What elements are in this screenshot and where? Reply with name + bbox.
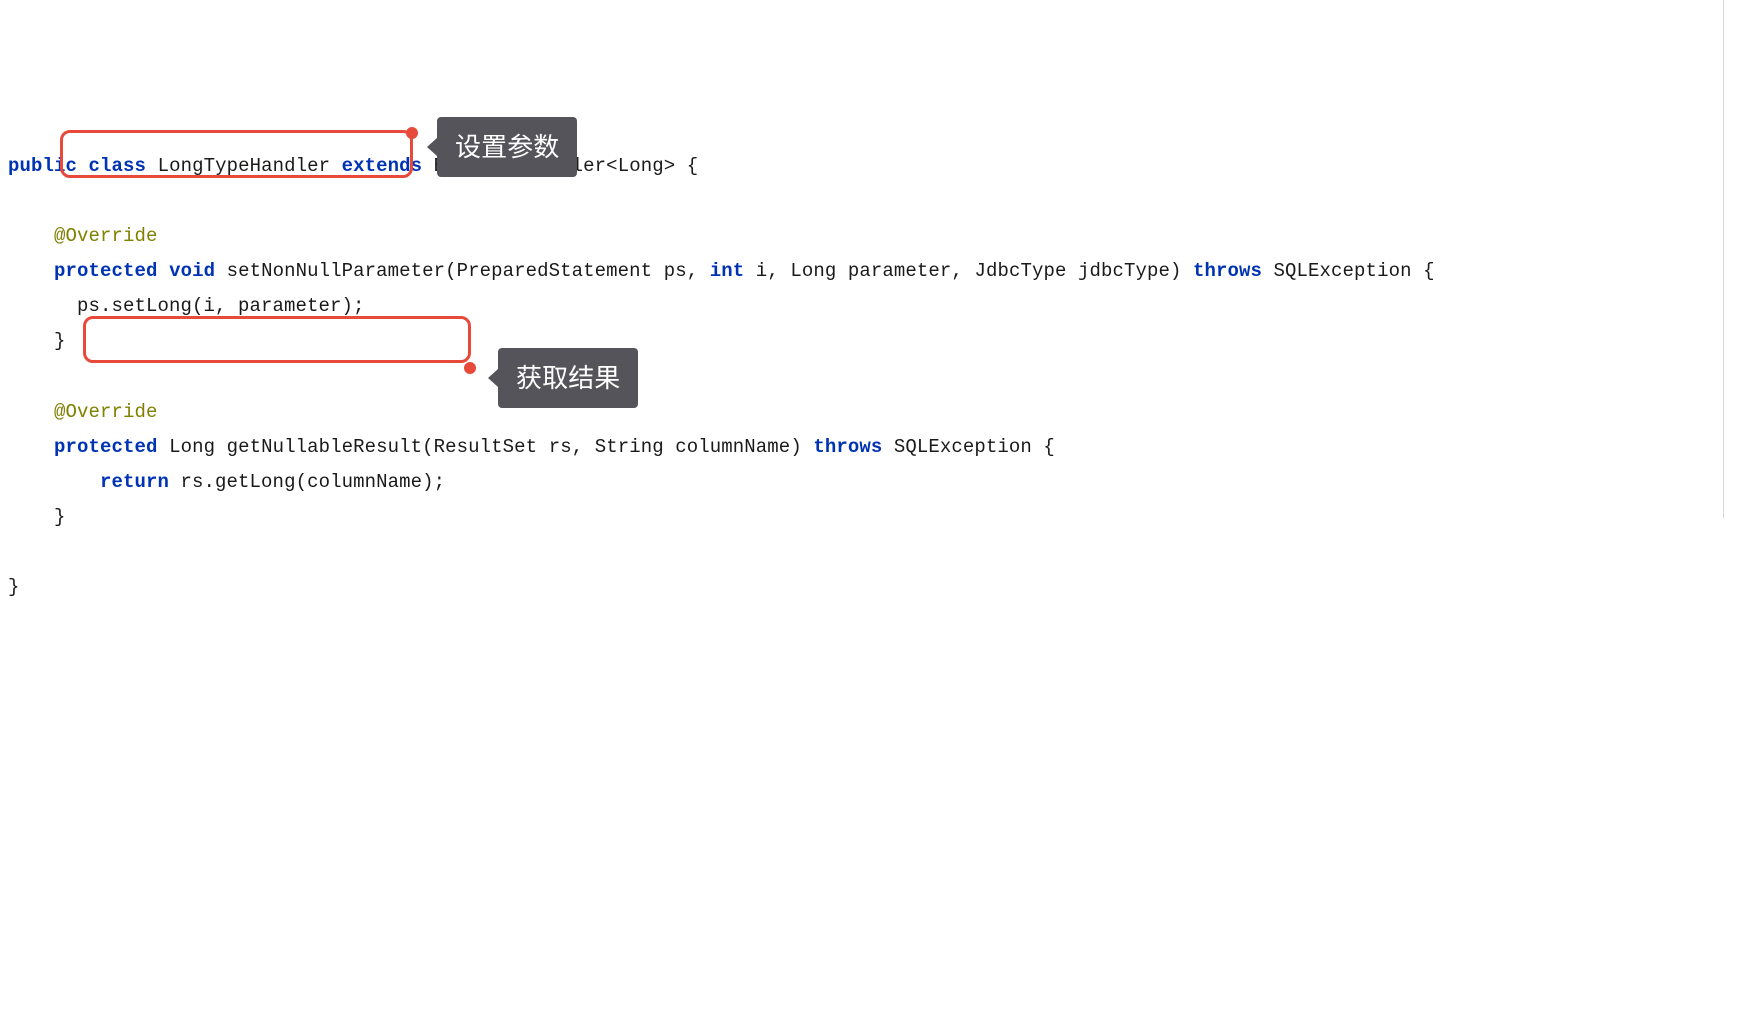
kw-void: void xyxy=(169,260,215,282)
comma-3: , xyxy=(951,260,963,282)
comma-1: , xyxy=(687,260,699,282)
kw-throws-1: throws xyxy=(1193,260,1262,282)
callout-set-param: 设置参数 xyxy=(437,117,577,177)
m2-expr: rs.getLong(columnName); xyxy=(181,471,446,493)
m1-p2-name: i xyxy=(756,260,768,282)
exc-2: SQLException xyxy=(894,436,1032,458)
m2-p1-type: ResultSet xyxy=(434,436,538,458)
comma-2: , xyxy=(767,260,779,282)
lbrace-3: { xyxy=(1043,436,1055,458)
exc-1: SQLException xyxy=(1274,260,1412,282)
lt: < xyxy=(606,155,618,177)
annotation-override-2: @Override xyxy=(54,401,158,423)
close-paren-1: ) xyxy=(1170,260,1182,282)
kw-throws-2: throws xyxy=(813,436,882,458)
class-name: LongTypeHandler xyxy=(158,155,331,177)
m1-p1-name: ps xyxy=(664,260,687,282)
kw-int: int xyxy=(710,260,745,282)
m1-p4-name: jdbcType xyxy=(1078,260,1170,282)
method1-name: setNonNullParameter xyxy=(227,260,446,282)
callout-get-result: 获取结果 xyxy=(498,348,638,408)
rbrace-4: } xyxy=(8,576,20,598)
m1-p1-type: PreparedStatement xyxy=(457,260,653,282)
lbrace: { xyxy=(687,155,699,177)
kw-return: return xyxy=(100,471,169,493)
editor-margin-line xyxy=(1723,0,1724,518)
kw-class: class xyxy=(89,155,147,177)
type-long-3: Long xyxy=(169,436,215,458)
type-long-2: Long xyxy=(790,260,836,282)
kw-public: public xyxy=(8,155,77,177)
m2-p2-name: columnName xyxy=(675,436,790,458)
m2-p2-type: String xyxy=(595,436,664,458)
m2-p1-name: rs xyxy=(549,436,572,458)
annotation-override-1: @Override xyxy=(54,225,158,247)
m1-p4-type: JdbcType xyxy=(974,260,1066,282)
dot-icon xyxy=(406,127,418,139)
rbrace-3: } xyxy=(54,506,66,528)
callout-text-1: 设置参数 xyxy=(455,132,559,162)
m1-p3-name: parameter xyxy=(848,260,952,282)
code-block: public class LongTypeHandler extends Bas… xyxy=(8,149,1746,606)
kw-protected-2: protected xyxy=(54,436,158,458)
method2-name: getNullableResult xyxy=(227,436,423,458)
gt: > xyxy=(664,155,676,177)
rbrace-2: } xyxy=(54,330,66,352)
open-paren: ( xyxy=(445,260,457,282)
close-paren-2: ) xyxy=(790,436,802,458)
kw-protected-1: protected xyxy=(54,260,158,282)
lbrace-2: { xyxy=(1423,260,1435,282)
m1-body: ps.setLong(i, parameter); xyxy=(77,295,365,317)
kw-extends: extends xyxy=(342,155,423,177)
type-long: Long xyxy=(618,155,664,177)
callout-text-2: 获取结果 xyxy=(516,363,620,393)
comma-4: , xyxy=(572,436,584,458)
open-paren-2: ( xyxy=(422,436,434,458)
